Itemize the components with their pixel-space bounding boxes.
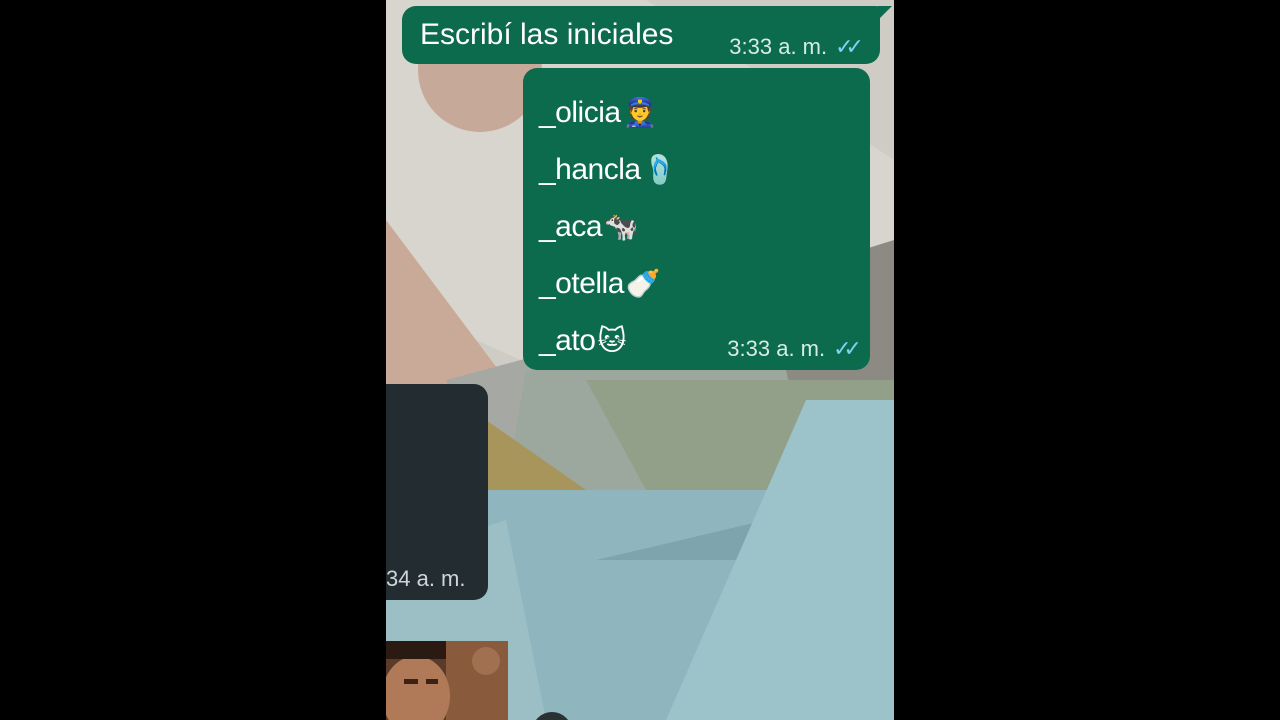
incoming-photo-thumbnail[interactable]: [386, 641, 508, 720]
list-item-text: _ato: [539, 323, 596, 357]
baby-bottle-emoji: 🍼: [625, 267, 661, 300]
message-meta: 3:33 a. m. ✓✓: [729, 34, 864, 60]
list-item-text: _aca: [539, 209, 603, 243]
message-time: 3:33 a. m.: [727, 336, 826, 361]
word-list: _olicia 👮 _hancla 🩴 _aca 🐄 _otella 🍼 _at…: [539, 84, 677, 369]
photo-image: [386, 641, 508, 720]
outgoing-message-list[interactable]: _olicia 👮 _hancla 🩴 _aca 🐄 _otella 🍼 _at…: [523, 68, 870, 370]
cow-emoji: 🐄: [604, 210, 639, 243]
list-item-text: _hancla: [539, 152, 641, 186]
list-item: _olicia 👮: [539, 84, 677, 141]
message-meta: 3:33 a. m. ✓✓: [727, 336, 862, 362]
incoming-message[interactable]: 34 a. m.: [386, 384, 488, 600]
bubble-tail: [878, 6, 892, 20]
message-text: Escribí las iniciales: [420, 18, 674, 51]
police-officer-emoji: 👮: [622, 96, 658, 129]
message-time: 34 a. m.: [386, 566, 466, 591]
double-check-read-icon: ✓✓: [833, 336, 862, 361]
message-time: 3:33 a. m.: [729, 34, 828, 59]
double-check-read-icon: ✓✓: [835, 34, 864, 59]
list-item: _ato 🐱: [539, 312, 677, 369]
flip-flop-emoji: 🩴: [642, 153, 678, 186]
list-item: _aca 🐄: [539, 198, 677, 255]
list-item: _otella 🍼: [539, 255, 677, 312]
outgoing-message-instruction[interactable]: Escribí las iniciales 3:33 a. m. ✓✓: [402, 6, 892, 64]
list-item: _hancla 🩴: [539, 141, 677, 198]
cat-face-emoji: 🐱: [597, 324, 627, 357]
list-item-text: _otella: [539, 266, 624, 300]
chat-screen: Escribí las iniciales 3:33 a. m. ✓✓ _oli…: [386, 0, 894, 720]
list-item-text: _olicia: [539, 95, 621, 129]
